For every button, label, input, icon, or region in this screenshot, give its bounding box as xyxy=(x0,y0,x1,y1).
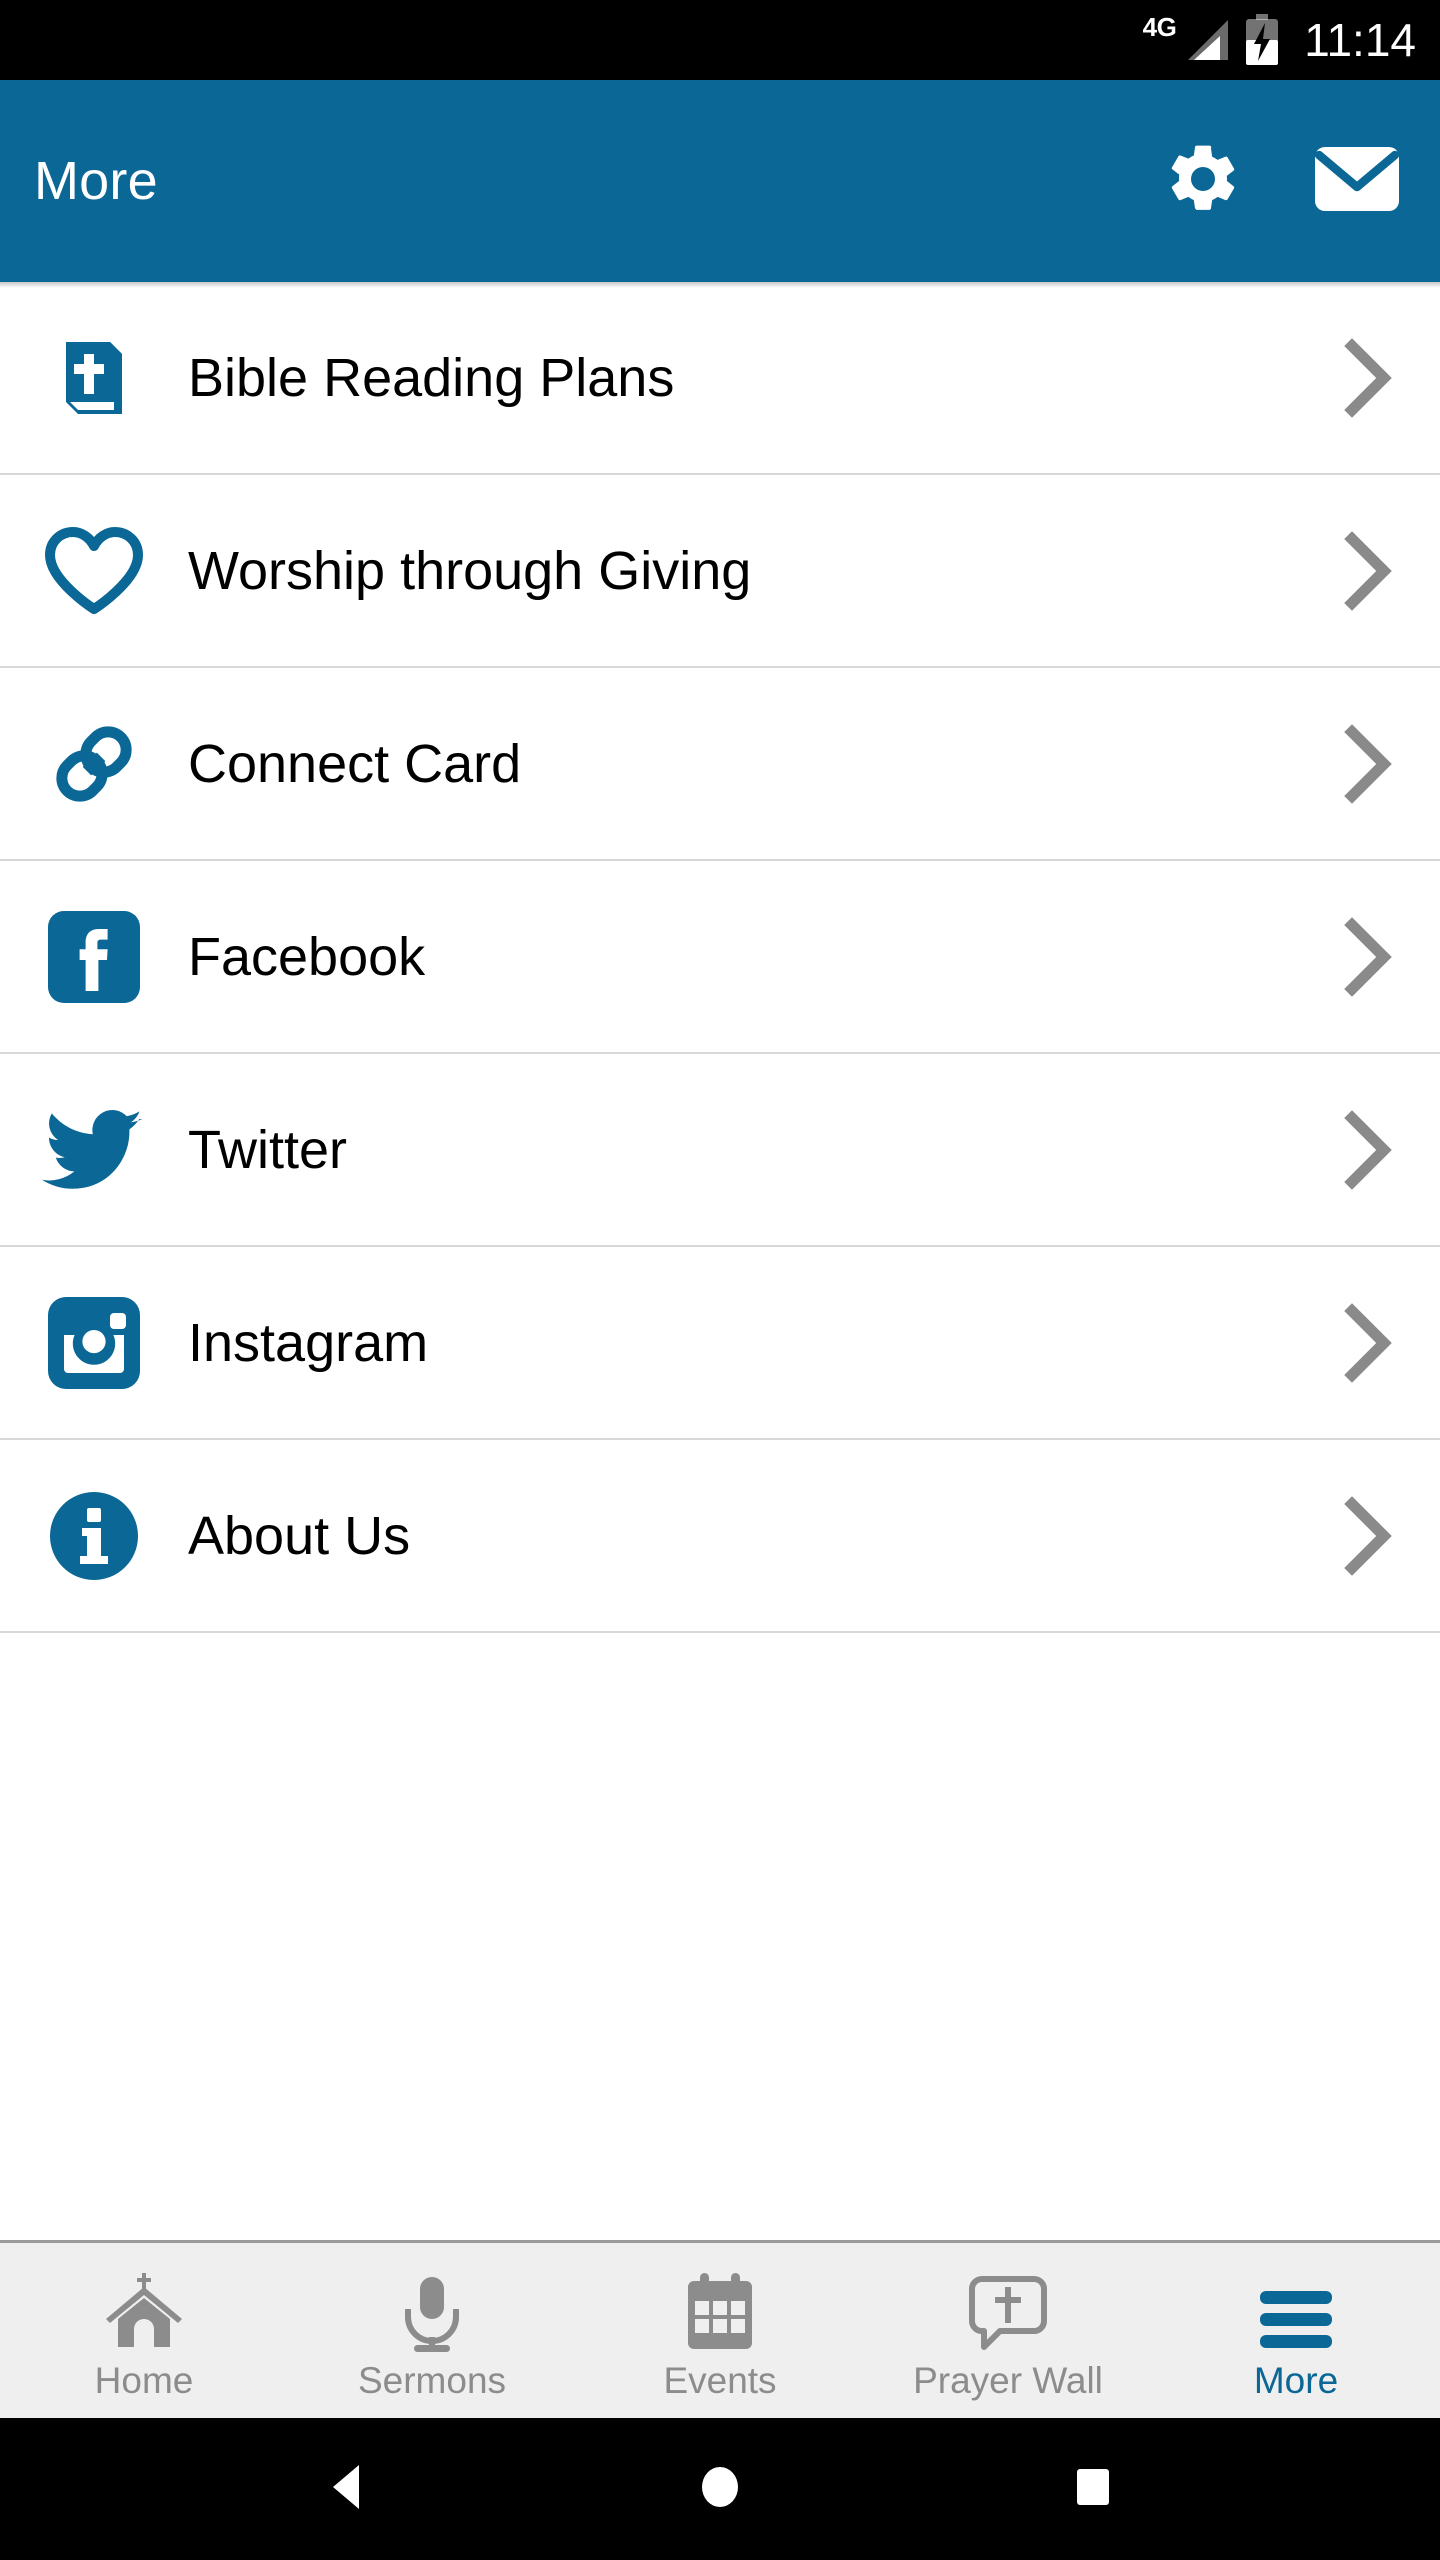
battery-charging-icon xyxy=(1244,14,1280,66)
list-item[interactable]: Twitter xyxy=(0,1054,1440,1247)
page-title: More xyxy=(34,151,158,211)
info-circle-icon xyxy=(42,1484,146,1588)
tab-prayer-wall[interactable]: Prayer Wall xyxy=(864,2243,1152,2418)
list-item[interactable]: Facebook xyxy=(0,861,1440,1054)
list-item-label: About Us xyxy=(188,1505,411,1566)
church-icon xyxy=(102,2259,186,2355)
list-item-label: Instagram xyxy=(188,1312,429,1373)
bible-book-icon xyxy=(42,326,146,430)
tab-label: Prayer Wall xyxy=(913,2360,1103,2402)
list-item-label: Connect Card xyxy=(188,733,522,794)
envelope-icon xyxy=(1313,145,1401,218)
more-menu-list: Bible Reading Plans Worship through Givi… xyxy=(0,282,1440,2240)
list-item-label: Facebook xyxy=(188,926,426,987)
tab-more[interactable]: More xyxy=(1152,2243,1440,2418)
app-header: More xyxy=(0,80,1440,288)
circle-icon xyxy=(692,2459,748,2520)
header-actions xyxy=(1160,138,1400,224)
clock-label: 11:14 xyxy=(1304,14,1416,66)
list-item[interactable]: About Us xyxy=(0,1440,1440,1633)
hamburger-menu-icon xyxy=(1254,2259,1338,2355)
list-item[interactable]: Worship through Giving xyxy=(0,475,1440,668)
triangle-left-icon xyxy=(319,2459,375,2520)
chevron-right-icon xyxy=(1334,916,1404,997)
instagram-camera-icon xyxy=(42,1291,146,1395)
list-item-label: Worship through Giving xyxy=(188,540,752,601)
list-item-label: Twitter xyxy=(188,1119,348,1180)
tab-home[interactable]: Home xyxy=(0,2243,288,2418)
bottom-tab-bar: Home Sermons Events Prayer Wall More xyxy=(0,2240,1440,2418)
microphone-icon xyxy=(390,2259,474,2355)
facebook-icon xyxy=(42,905,146,1009)
chain-link-icon xyxy=(42,712,146,816)
list-item-label: Bible Reading Plans xyxy=(188,347,675,408)
chevron-right-icon xyxy=(1334,1109,1404,1190)
list-item[interactable]: Bible Reading Plans xyxy=(0,282,1440,475)
back-button[interactable] xyxy=(302,2444,392,2534)
tab-label: Sermons xyxy=(357,2360,507,2402)
gear-icon xyxy=(1163,139,1243,224)
calendar-icon xyxy=(678,2259,762,2355)
tab-label: Home xyxy=(94,2360,194,2402)
status-bar: 4G 11:14 xyxy=(0,0,1440,80)
app-root: 4G 11:14 More Bible Reading Plans Worshi… xyxy=(0,0,1440,2560)
home-button[interactable] xyxy=(675,2444,765,2534)
tab-sermons[interactable]: Sermons xyxy=(288,2243,576,2418)
tab-label: Events xyxy=(663,2360,777,2402)
square-icon xyxy=(1065,2459,1121,2520)
chevron-right-icon xyxy=(1334,1302,1404,1383)
mail-button[interactable] xyxy=(1314,138,1400,224)
chevron-right-icon xyxy=(1334,723,1404,804)
list-item[interactable]: Instagram xyxy=(0,1247,1440,1440)
chevron-right-icon xyxy=(1334,530,1404,611)
heart-outline-icon xyxy=(42,519,146,623)
header-shadow xyxy=(0,282,1440,288)
settings-button[interactable] xyxy=(1160,138,1246,224)
speech-bubble-cross-icon xyxy=(966,2259,1050,2355)
chevron-right-icon xyxy=(1334,1495,1404,1576)
tab-label: More xyxy=(1253,2360,1339,2402)
twitter-bird-icon xyxy=(42,1098,146,1202)
signal-bars-icon xyxy=(1182,18,1230,62)
android-navigation-bar xyxy=(0,2418,1440,2560)
list-item[interactable]: Connect Card xyxy=(0,668,1440,861)
network-type-label: 4G xyxy=(1142,12,1177,42)
chevron-right-icon xyxy=(1334,337,1404,418)
recents-button[interactable] xyxy=(1048,2444,1138,2534)
tab-events[interactable]: Events xyxy=(576,2243,864,2418)
